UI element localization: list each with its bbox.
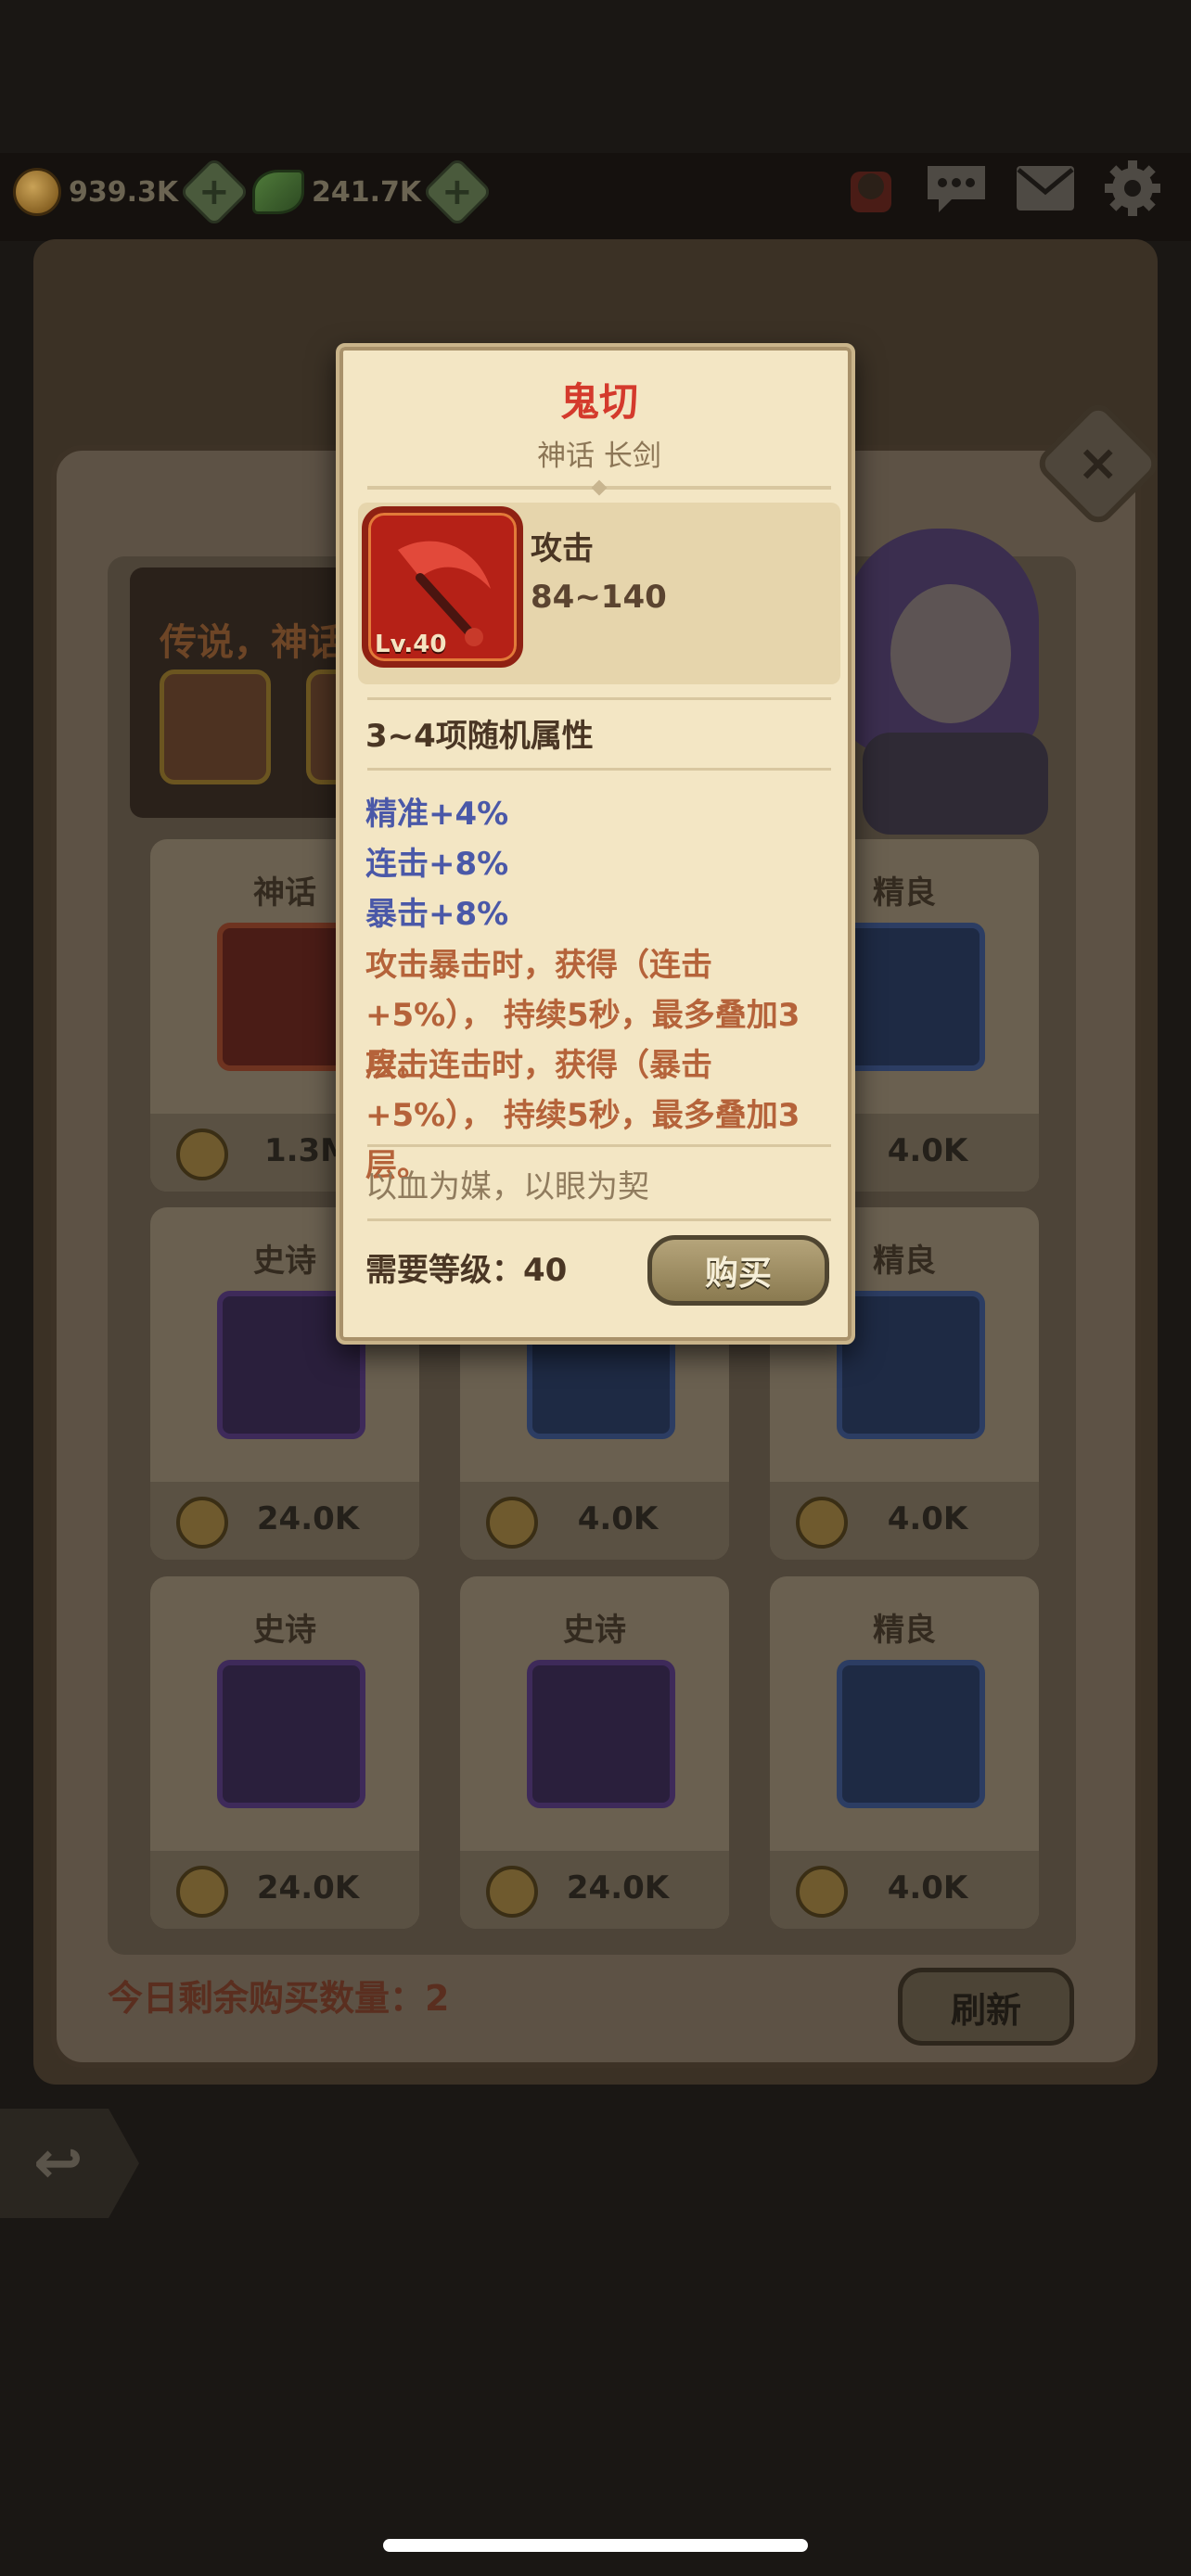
divider: [367, 1144, 831, 1147]
banner-text: 传说，神话: [160, 621, 345, 664]
level-requirement: 需要等级：40: [365, 1252, 568, 1289]
divider: [367, 768, 831, 771]
chat-button[interactable]: [924, 156, 989, 221]
ring-icon: [837, 923, 985, 1071]
item-price: 4.0K: [460, 1482, 729, 1560]
item-price-value: 24.0K: [256, 1500, 360, 1537]
remaining-purchases: 今日剩余购买数量：2: [108, 1978, 450, 2019]
item-price: 4.0K: [770, 1482, 1039, 1560]
item-price-value: 4.0K: [887, 1869, 968, 1906]
shop-item-card[interactable]: 精良 4.0K: [770, 1576, 1039, 1929]
add-gem-button[interactable]: +: [421, 156, 493, 228]
home-indicator[interactable]: [383, 2539, 808, 2552]
item-name: 鬼切: [559, 379, 638, 425]
item-price: 24.0K: [150, 1851, 419, 1929]
hooded-merchant-character: [835, 519, 1057, 835]
flavor-text: 以血为媒，以眼为契: [365, 1168, 649, 1205]
settings-button[interactable]: [1100, 156, 1165, 221]
back-arrow-icon: ↩: [33, 2129, 83, 2198]
item-rarity: 史诗: [563, 1612, 626, 1649]
item-rarity: 史诗: [253, 1612, 316, 1649]
hero-avatar-button[interactable]: [839, 156, 903, 221]
item-type: 神话 长剑: [537, 440, 661, 473]
glove-icon: [217, 1660, 365, 1808]
shop-item-card[interactable]: 史诗 24.0K: [150, 1576, 419, 1929]
gear-icon: [1105, 160, 1160, 216]
back-button[interactable]: ↩: [0, 2109, 139, 2218]
hero-avatar-icon: [851, 172, 891, 212]
plus-icon: +: [198, 170, 230, 213]
item-rarity: 精良: [873, 1612, 936, 1649]
level-badge: Lv.40: [375, 631, 447, 658]
divider-ornament: [591, 479, 608, 496]
stat-value: 84~140: [531, 579, 667, 616]
attribute-line: 连击+8%: [365, 846, 509, 883]
item-price-value: 24.0K: [256, 1869, 360, 1906]
gold-resource: 939.3K +: [13, 156, 250, 228]
gold-coin-icon: [13, 168, 61, 216]
shop-item-card[interactable]: 史诗 24.0K: [460, 1576, 729, 1929]
add-gold-button[interactable]: +: [178, 156, 250, 228]
plus-icon: +: [442, 170, 473, 213]
item-price-value: 4.0K: [887, 1500, 968, 1537]
shield-icon: [527, 1660, 675, 1808]
item-price: 24.0K: [460, 1851, 729, 1929]
divider: [367, 1218, 831, 1221]
chat-icon: [928, 166, 985, 212]
item-price: 4.0K: [770, 1851, 1039, 1929]
sickle-icon: [837, 1660, 985, 1808]
necklace-icon: [837, 1291, 985, 1439]
item-price-value: 4.0K: [577, 1500, 659, 1537]
buy-button[interactable]: 购买: [647, 1235, 829, 1306]
divider: [367, 697, 831, 700]
random-attributes-title: 3~4项随机属性: [365, 718, 594, 755]
attribute-line: 精准+4%: [365, 796, 509, 833]
close-icon: ×: [1077, 434, 1120, 492]
gem-amount: 241.7K: [312, 175, 422, 209]
item-price-value: 24.0K: [566, 1869, 670, 1906]
refresh-button[interactable]: 刷新: [898, 1968, 1074, 2046]
item-price: 24.0K: [150, 1482, 419, 1560]
attribute-line: 暴击+8%: [365, 896, 509, 933]
mail-icon: [1017, 166, 1074, 210]
gem-resource: 241.7K +: [252, 156, 493, 228]
mail-button[interactable]: [1013, 156, 1078, 221]
banner-item-staff-icon: [160, 670, 271, 784]
item-tooltip: 鬼切 神话 长剑 Lv.40 攻击 84~140 3~4项随机属性 精准+4% …: [336, 343, 855, 1345]
gold-amount: 939.3K: [69, 175, 179, 209]
stat-label: 攻击: [531, 530, 594, 567]
leaf-gem-icon: [252, 170, 304, 214]
